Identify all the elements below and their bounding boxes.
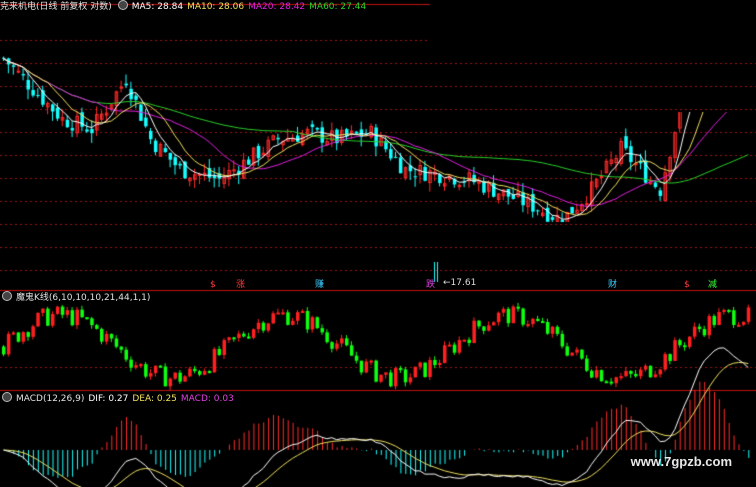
ma20-label: MA20: 28.42 [248,2,306,12]
signal-marker-1: $ [210,280,216,290]
signal-marker-2: 涨 [236,280,246,290]
low-price-label: ←17.61 [443,278,477,288]
ma60-label: MA60: 27.44 [309,2,367,12]
signal-marker-7: 减 [708,280,718,290]
ma10-label: MA10: 28.06 [187,2,245,12]
macd-panel-header: MACD(12,26,9) DIF: 0.27 DEA: 0.25 MACD: 0.0… [0,392,238,406]
kd-panel-header: 魔鬼K线(6,10,10,10,21,44,1,1) [0,291,154,305]
stock-chart-canvas[interactable] [0,0,756,487]
settings-icon[interactable] [2,392,12,402]
settings-icon[interactable] [2,291,12,301]
macd-title: MACD(12,26,9) [16,394,85,404]
signal-marker-6: $ [684,280,690,290]
signal-marker-3: 赚 [315,280,325,290]
stock-title: 克来机电(日线 前复权 对数) [0,2,112,12]
macd-value-label: MACD: 0.03 [180,394,234,404]
signal-marker-4: 跌 [426,280,436,290]
settings-icon[interactable] [117,0,128,10]
ma5-label: MA5: 28.84 [131,2,184,12]
dif-label: DIF: 0.27 [88,394,129,404]
watermark: www.7gpzb.com [630,454,732,469]
price-panel-header: 克来机电(日线 前复权 对数) MA5: 28.84 MA10: 28.06 MA20… [0,0,370,14]
dea-label: DEA: 0.25 [132,394,177,404]
signal-marker-5: 财 [608,280,618,290]
kd-title: 魔鬼K线(6,10,10,10,21,44,1,1) [16,293,151,303]
